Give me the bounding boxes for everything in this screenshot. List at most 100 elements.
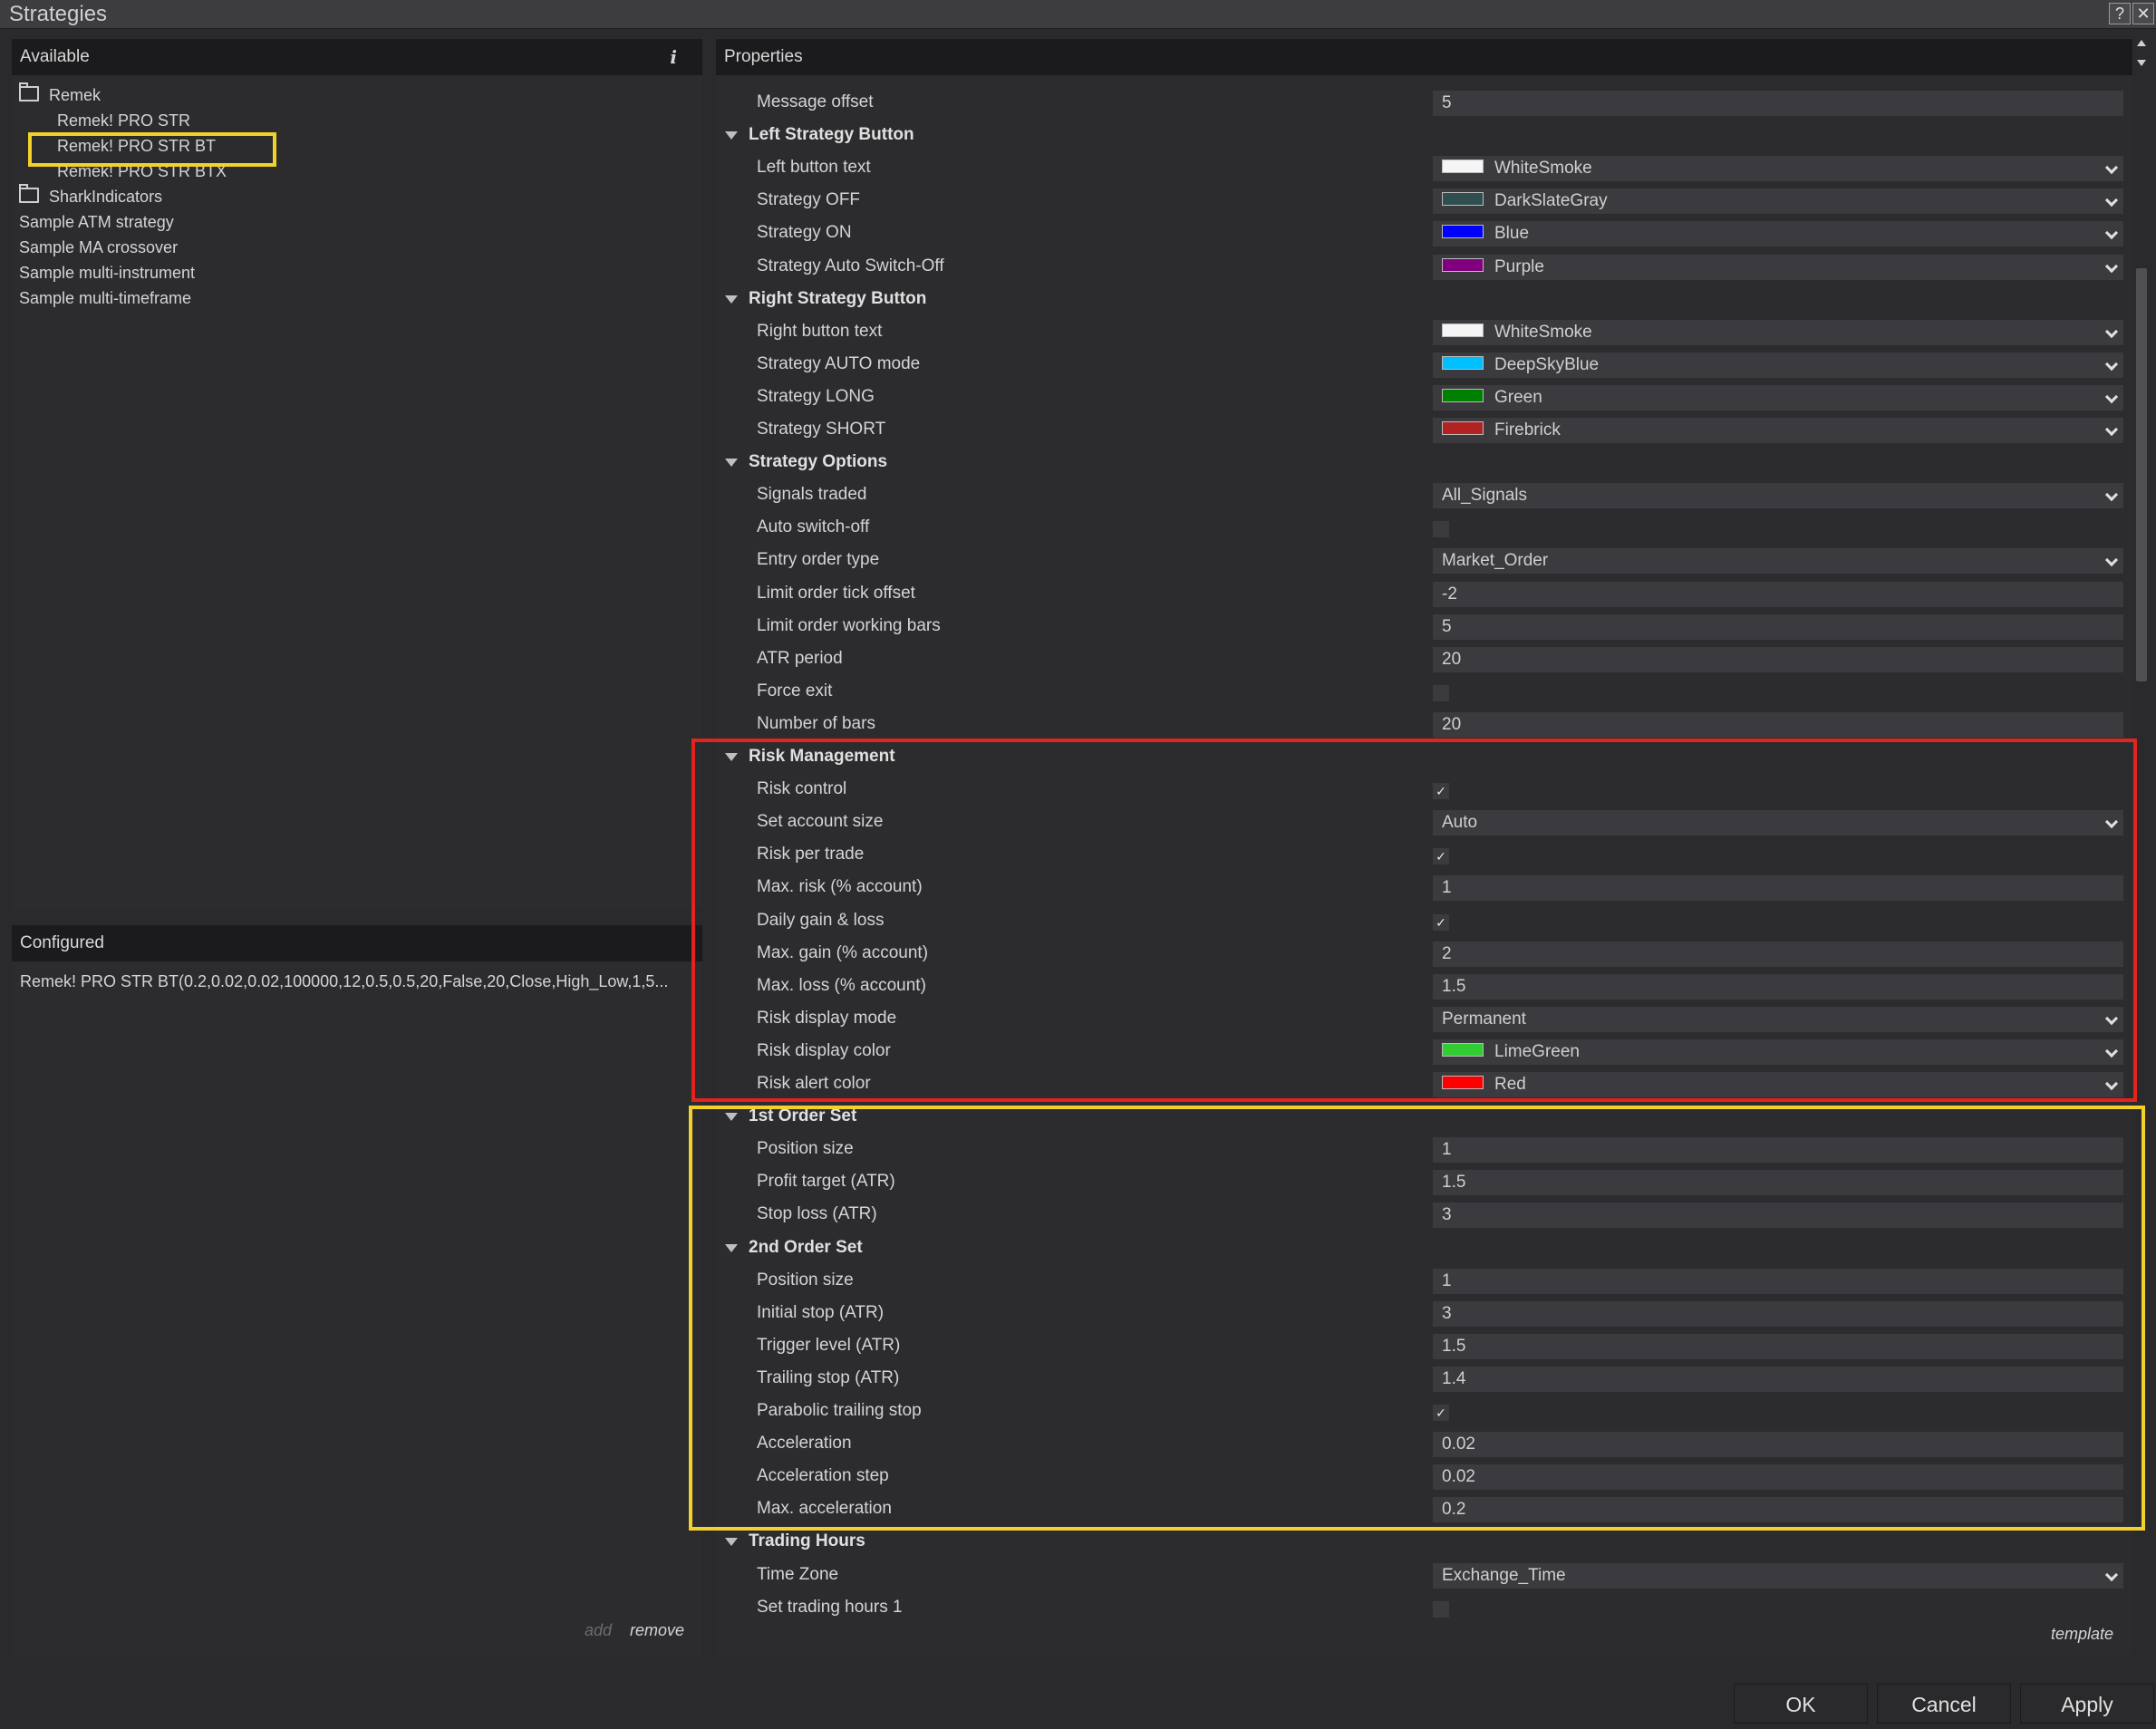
color-swatch — [1442, 356, 1484, 371]
remove-link[interactable]: remove — [630, 1618, 684, 1643]
chevron-down-icon[interactable] — [2104, 1568, 2119, 1582]
chevron-down-icon[interactable] — [2104, 160, 2119, 175]
property-checkbox[interactable] — [1433, 521, 1449, 537]
tree-item-label: Sample multi-instrument — [19, 264, 196, 282]
property-row: Strategy LONG Green — [716, 381, 2132, 413]
color-dropdown[interactable]: Green — [1433, 385, 2123, 411]
chevron-down-icon[interactable] — [2104, 422, 2119, 437]
property-label: Left button text — [757, 158, 871, 177]
property-value: WhiteSmoke — [1494, 323, 1592, 342]
property-dropdown[interactable]: Market_Order — [1433, 548, 2123, 574]
tree-item-label: Remek! PRO STR — [57, 111, 191, 130]
property-label: Limit order working bars — [757, 616, 941, 635]
tree-item[interactable]: Sample MA crossover — [19, 235, 178, 260]
color-dropdown[interactable]: DeepSkyBlue — [1433, 353, 2123, 378]
configured-header: Configured — [12, 925, 702, 961]
property-value: Market_Order — [1442, 551, 1549, 570]
tree-item[interactable]: Sample multi-instrument — [19, 260, 195, 285]
property-checkbox[interactable] — [1433, 685, 1449, 701]
template-link[interactable]: template — [2051, 1621, 2113, 1647]
color-swatch — [1442, 258, 1484, 273]
color-swatch — [1442, 225, 1484, 239]
tree-item[interactable]: Sample ATM strategy — [19, 209, 174, 235]
apply-button[interactable]: Apply — [2020, 1684, 2154, 1724]
chevron-down-icon[interactable] — [2104, 390, 2119, 404]
chevron-down-icon[interactable] — [2104, 488, 2119, 502]
tree-item-label: Sample MA crossover — [19, 238, 179, 256]
help-button[interactable]: ? — [2109, 3, 2131, 24]
property-input[interactable]: -2 — [1433, 582, 2123, 607]
property-value: -2 — [1442, 584, 1457, 604]
info-icon[interactable]: i — [670, 39, 677, 75]
property-label: ATR period — [757, 649, 843, 668]
property-row: Number of bars 20 — [716, 708, 2132, 740]
property-row: Message offset 5 — [716, 86, 2132, 119]
chevron-down-icon[interactable] — [2104, 553, 2119, 567]
property-value: WhiteSmoke — [1494, 159, 1592, 178]
property-dropdown[interactable]: All_Signals — [1433, 483, 2123, 508]
property-label: Right button text — [757, 322, 883, 341]
folder-icon — [19, 82, 39, 101]
property-value: Exchange_Time — [1442, 1566, 1566, 1585]
scroll-up-icon[interactable] — [2137, 40, 2146, 46]
ok-button[interactable]: OK — [1734, 1684, 1868, 1724]
chevron-down-icon[interactable] — [2104, 324, 2119, 339]
window-titlebar: Strategies ? ✕ — [0, 0, 2156, 29]
color-swatch — [1442, 421, 1484, 436]
property-input[interactable]: 5 — [1433, 91, 2123, 116]
category-label: Strategy Options — [749, 452, 888, 471]
property-value: Blue — [1494, 224, 1530, 243]
property-category: Strategy Options — [716, 446, 2132, 478]
property-row: Right button text WhiteSmoke — [716, 315, 2132, 348]
cancel-button[interactable]: Cancel — [1877, 1684, 2011, 1724]
property-label: Limit order tick offset — [757, 584, 915, 603]
color-dropdown[interactable]: Purple — [1433, 255, 2123, 280]
property-row: Set trading hours 1 — [716, 1591, 2132, 1624]
highlight-risk-management — [691, 739, 2137, 1102]
configured-title: Configured — [20, 933, 104, 952]
property-label: Auto switch-off — [757, 517, 870, 536]
collapse-arrow-icon[interactable] — [725, 459, 738, 467]
property-row: Force exit — [716, 675, 2132, 708]
color-dropdown[interactable]: DarkSlateGray — [1433, 188, 2123, 214]
color-dropdown[interactable]: WhiteSmoke — [1433, 320, 2123, 345]
properties-title: Properties — [724, 47, 803, 66]
scrollbar-thumb[interactable] — [2136, 268, 2147, 681]
chevron-down-icon[interactable] — [2104, 226, 2119, 240]
collapse-arrow-icon[interactable] — [725, 295, 738, 304]
chevron-down-icon[interactable] — [2104, 193, 2119, 208]
chevron-down-icon[interactable] — [2104, 259, 2119, 274]
property-input[interactable]: 20 — [1433, 712, 2123, 738]
property-value: 20 — [1442, 715, 1462, 734]
tree-item-label: Remek — [49, 86, 102, 104]
color-swatch — [1442, 324, 1484, 338]
scroll-down-icon[interactable] — [2137, 60, 2146, 66]
tree-item[interactable]: Sample multi-timeframe — [19, 285, 191, 311]
property-row: Strategy ON Blue — [716, 217, 2132, 249]
collapse-arrow-icon[interactable] — [725, 1538, 738, 1546]
tree-item[interactable]: Remek! PRO STR — [57, 108, 190, 133]
collapse-arrow-icon[interactable] — [725, 131, 738, 140]
color-swatch — [1442, 192, 1484, 207]
close-button[interactable]: ✕ — [2132, 3, 2154, 24]
property-input[interactable]: 5 — [1433, 614, 2123, 640]
tree-folder[interactable]: SharkIndicators — [19, 184, 162, 209]
property-checkbox[interactable] — [1433, 1601, 1449, 1618]
property-dropdown[interactable]: Exchange_Time — [1433, 1563, 2123, 1589]
property-label: Force exit — [757, 681, 833, 700]
category-label: Left Strategy Button — [749, 125, 914, 144]
property-input[interactable]: 20 — [1433, 647, 2123, 672]
color-dropdown[interactable]: Firebrick — [1433, 418, 2123, 443]
chevron-down-icon[interactable] — [2104, 357, 2119, 372]
property-value: 20 — [1442, 650, 1462, 669]
color-dropdown[interactable]: Blue — [1433, 221, 2123, 246]
add-link[interactable]: add — [585, 1618, 612, 1643]
property-label: Strategy OFF — [757, 190, 861, 209]
color-dropdown[interactable]: WhiteSmoke — [1433, 156, 2123, 181]
configured-strategy-item[interactable]: Remek! PRO STR BT(0.2,0.02,0.02,100000,1… — [20, 969, 700, 994]
property-row: Strategy AUTO mode DeepSkyBlue — [716, 348, 2132, 381]
property-label: Time Zone — [757, 1565, 839, 1584]
property-row: Auto switch-off — [716, 511, 2132, 544]
property-value: DarkSlateGray — [1494, 191, 1608, 210]
tree-folder[interactable]: Remek — [19, 82, 102, 108]
